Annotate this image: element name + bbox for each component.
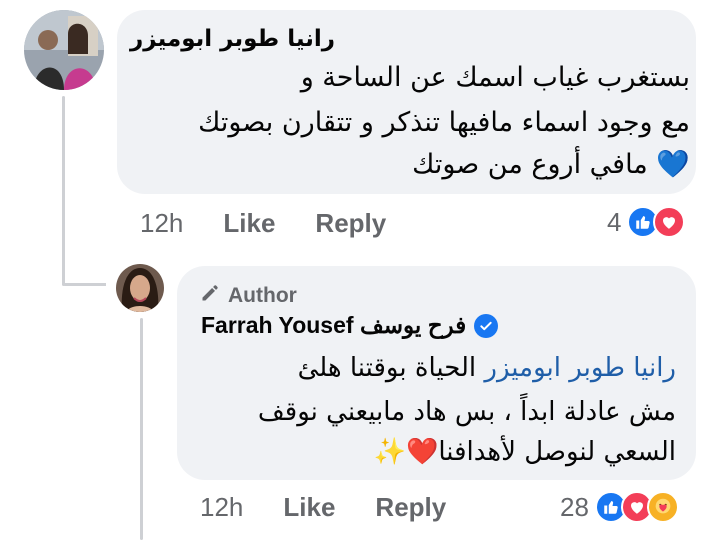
comment-reactions[interactable]: 4 bbox=[607, 206, 686, 238]
reply-text-line-2: مش عادلة ابداً ، بس هاد مابيعني نوقف bbox=[257, 397, 676, 427]
comment-reaction-count: 4 bbox=[607, 206, 622, 237]
comment-text-line-1: بستغرب غياب اسمك عن الساحة و bbox=[300, 62, 690, 93]
comment-text-line-3: 💙 مافي أروع من صوتك bbox=[412, 145, 690, 185]
love-reaction-icon bbox=[653, 206, 686, 238]
thread-line-branch bbox=[62, 283, 106, 286]
reply-reactions[interactable]: 28 bbox=[560, 491, 679, 523]
reply-author: Farrah Yousef فرح يوسف bbox=[201, 312, 499, 339]
comment-text-line-2: مع وجود اسماء مافيها تنذكر و تتقارن بصوت… bbox=[198, 107, 690, 138]
comment-avatar[interactable] bbox=[24, 10, 104, 90]
reply-timestamp[interactable]: 12h bbox=[200, 492, 243, 523]
reply-avatar[interactable] bbox=[116, 264, 164, 312]
reply-text-line-1: رانيا طوبر ابوميزر الحياة بوقتنا هلئ bbox=[298, 348, 676, 388]
care-reaction-icon bbox=[646, 491, 679, 523]
reply-author-name[interactable]: Farrah Yousef فرح يوسف bbox=[201, 312, 466, 339]
reply-text-line-3: السعي لنوصل لأهدافنا❤️✨ bbox=[374, 432, 676, 472]
blue-heart-emoji: 💙 bbox=[656, 149, 690, 180]
comment-text-line-3-text: مافي أروع من صوتك bbox=[412, 149, 648, 180]
author-badge: Author bbox=[200, 283, 297, 309]
comment-actions: 12h Like Reply bbox=[140, 208, 386, 239]
reply-actions: 12h Like Reply bbox=[200, 492, 446, 523]
comment-reply-button[interactable]: Reply bbox=[315, 208, 386, 239]
heart-sparkle-emoji: ❤️✨ bbox=[373, 437, 439, 467]
thread-line-vertical bbox=[62, 96, 65, 286]
reply-reaction-count: 28 bbox=[560, 491, 589, 522]
reply-thread-line bbox=[140, 318, 143, 540]
comment-like-button[interactable]: Like bbox=[223, 208, 275, 239]
reply-reply-button[interactable]: Reply bbox=[375, 492, 446, 523]
author-badge-label: Author bbox=[228, 284, 297, 307]
reply-like-button[interactable]: Like bbox=[283, 492, 335, 523]
reply-text-line-3-text: السعي لنوصل لأهدافنا bbox=[438, 437, 676, 467]
comment-author-name[interactable]: رانيا طوبر ابوميزر bbox=[130, 26, 335, 52]
reply-text-line-1-rest: الحياة بوقتنا هلئ bbox=[297, 353, 485, 383]
mention-link[interactable]: رانيا طوبر ابوميزر bbox=[484, 353, 676, 383]
comment-timestamp[interactable]: 12h bbox=[140, 208, 183, 239]
pencil-icon bbox=[200, 283, 220, 309]
verified-badge-icon bbox=[474, 313, 499, 338]
